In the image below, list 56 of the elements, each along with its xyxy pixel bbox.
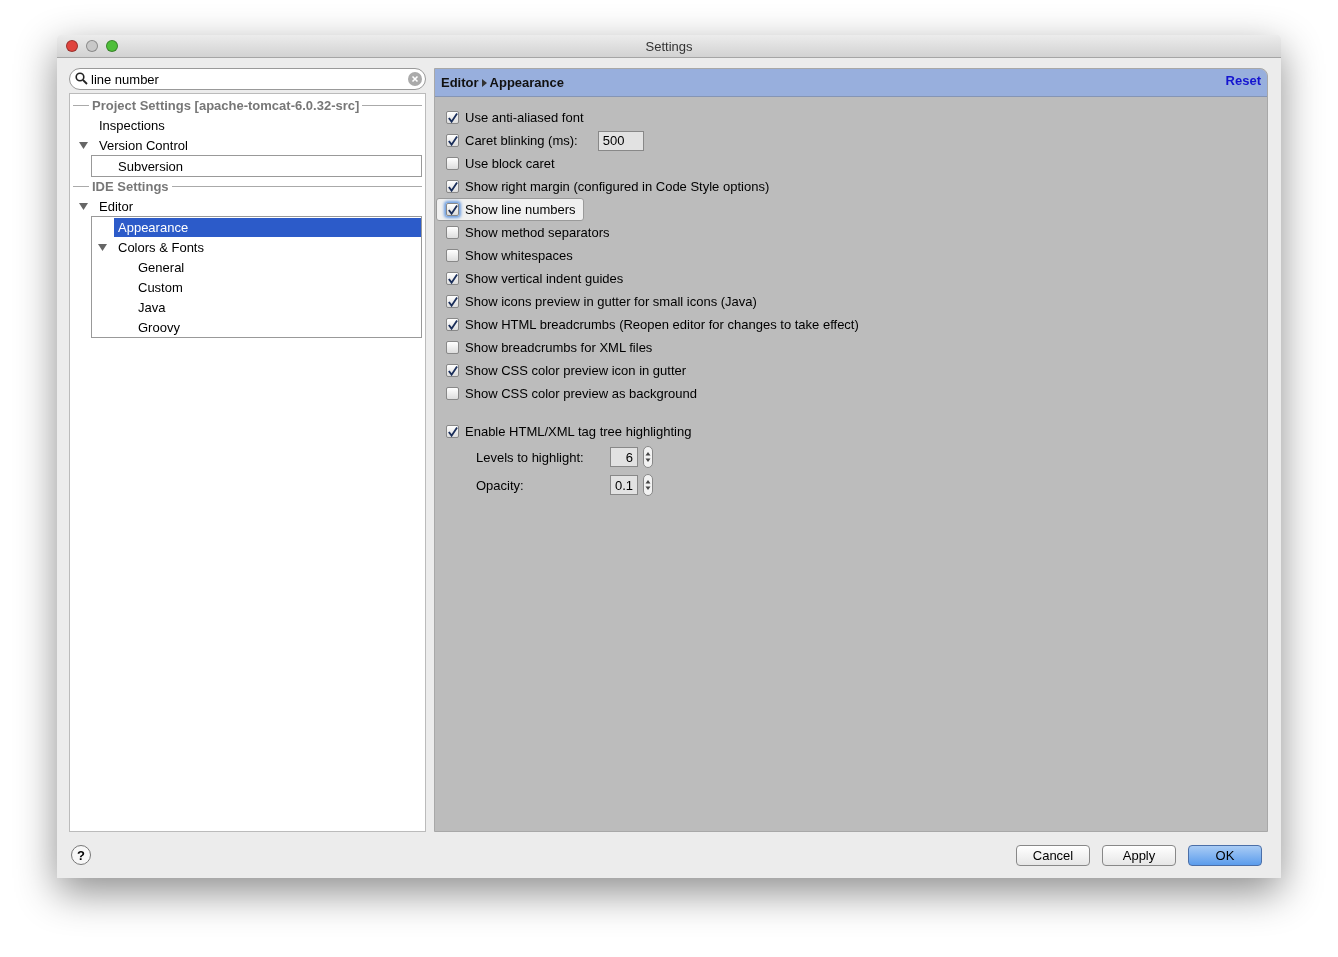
checkbox[interactable]: Caret blinking (ms):: [436, 129, 586, 152]
tree-item[interactable]: Version Control: [95, 135, 422, 155]
checkbox[interactable]: Show vertical indent guides: [436, 267, 632, 290]
stepper-icon[interactable]: [643, 474, 653, 496]
tree-item[interactable]: Editor: [95, 196, 422, 216]
checkmark-icon: [447, 203, 458, 216]
number-field[interactable]: 6: [610, 447, 638, 467]
field-label: Levels to highlight:: [476, 449, 585, 465]
checkbox[interactable]: Show method separators: [436, 221, 618, 244]
checkbox[interactable]: Enable HTML/XML tag tree highlighting: [436, 420, 700, 443]
checkbox[interactable]: Show CSS color preview icon in gutter: [436, 359, 695, 382]
field-label: Opacity:: [476, 477, 525, 493]
search-field[interactable]: line number: [69, 68, 426, 90]
checkbox[interactable]: Use block caret: [436, 152, 563, 175]
checkbox[interactable]: Show HTML breadcrumbs (Reopen editor for changes to take effect): [436, 313, 867, 336]
close-icon[interactable]: [66, 40, 78, 52]
tree-item[interactable]: Java: [134, 297, 421, 317]
help-button[interactable]: ?: [71, 845, 91, 865]
checkbox[interactable]: Show whitespaces: [436, 244, 581, 267]
checkbox[interactable]: Show right margin (configured in Code Style options): [436, 175, 778, 198]
chevron-icon: [481, 78, 487, 87]
reset-link[interactable]: Reset: [1225, 73, 1261, 88]
window-title: Settings: [645, 38, 693, 54]
expand-triangle-icon[interactable]: [79, 201, 88, 211]
stepper-icon[interactable]: [643, 446, 653, 468]
checkmark-icon: [447, 295, 458, 308]
checkmark-icon: [447, 180, 458, 193]
number-field[interactable]: 0.1: [610, 475, 638, 495]
tree-item[interactable]: Appearance: [114, 217, 421, 237]
tree-item[interactable]: Inspections: [95, 115, 422, 135]
expand-triangle-icon[interactable]: [98, 242, 107, 252]
dialog-button[interactable]: OK: [1188, 844, 1262, 866]
checkmark-icon: [447, 272, 458, 285]
tree-item[interactable]: Colors & Fonts: [114, 237, 421, 257]
zoom-icon[interactable]: [106, 40, 118, 52]
section-header: Project Settings [apache-tomcat-6.0.32-src]: [92, 98, 360, 113]
breadcrumb-item: Appearance: [489, 75, 564, 90]
section-header: IDE Settings: [92, 179, 169, 194]
expand-triangle-icon[interactable]: [79, 140, 88, 150]
checkmark-icon: [447, 425, 458, 438]
tree-item[interactable]: General: [134, 257, 421, 277]
checkbox[interactable]: Show icons preview in gutter for small icons (Java): [436, 290, 765, 313]
checkbox[interactable]: Show CSS color preview as background: [436, 382, 705, 405]
dialog-button[interactable]: Cancel: [1016, 844, 1090, 866]
checkmark-icon: [447, 364, 458, 377]
checkmark-icon: [447, 134, 458, 147]
breadcrumb-item: Editor: [441, 75, 479, 90]
checkmark-icon: [447, 318, 458, 331]
tree-item[interactable]: Groovy: [134, 317, 421, 337]
checkbox[interactable]: Use anti-aliased font: [436, 106, 592, 129]
checkmark-icon: [447, 111, 458, 124]
checkbox[interactable]: Show line numbers: [436, 198, 584, 221]
checkbox[interactable]: Show breadcrumbs for XML files: [436, 336, 661, 359]
tree-item[interactable]: Custom: [134, 277, 421, 297]
number-field[interactable]: 500: [597, 130, 644, 151]
dialog-button[interactable]: Apply: [1102, 844, 1176, 866]
